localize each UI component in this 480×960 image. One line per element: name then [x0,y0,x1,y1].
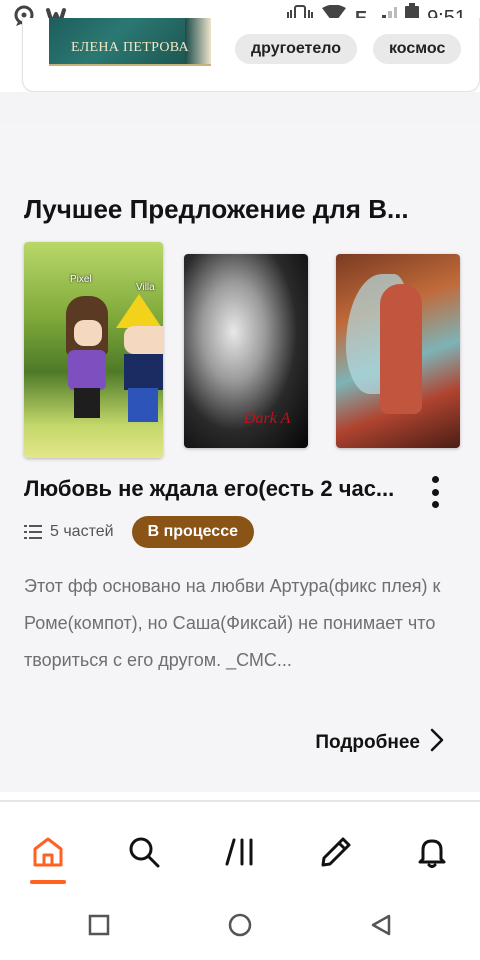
search-icon[interactable] [120,828,168,876]
cover-art-hat [116,294,162,328]
notifications-icon[interactable] [408,828,456,876]
details-label: Подробнее [315,732,420,753]
cover-art-body [124,354,163,390]
more-options-icon[interactable] [424,474,446,510]
cover-art-legs [128,388,158,422]
cover-label: Dark A [244,410,291,427]
story-meta: 5 частей В процессе [24,516,254,548]
cover-art-face [124,326,163,354]
recommendation-section: Лучшее Предложение для В... Pixel Villa … [0,124,480,792]
home-icon[interactable] [24,828,72,876]
tag-chip[interactable]: космос [373,34,462,64]
cover-art-face [74,320,102,346]
list-icon [24,525,42,539]
status-badge: В процессе [131,516,254,548]
parts-count: 5 частей [50,523,114,540]
cover-label: Villa [136,282,155,293]
recents-icon[interactable] [84,910,114,940]
back-icon[interactable] [366,910,396,940]
previous-story-card[interactable]: ЕЛЕНА ПЕТРОВА другоетело космос [22,18,480,92]
story-description: Этот фф основано на любви Артура(фикс пл… [24,576,441,670]
previous-story-cover[interactable]: ЕЛЕНА ПЕТРОВА [49,18,211,66]
home-button-icon[interactable] [225,910,255,940]
story-cover-3[interactable] [336,254,460,448]
cover-art-figure [380,284,422,414]
chevron-right-icon [430,728,444,758]
tag-chip[interactable]: другоетело [235,34,357,64]
write-icon[interactable] [312,828,360,876]
previous-cover-title: ЕЛЕНА ПЕТРОВА [71,40,189,55]
library-icon[interactable] [216,828,264,876]
story-cover-1[interactable]: Pixel Villa [24,242,163,458]
active-tab-indicator [30,880,66,884]
cover-label: Pixel [70,274,92,285]
system-navigation-bar [0,890,480,960]
cover-art-legs [74,388,100,418]
story-cover-2[interactable]: Dark A [184,254,308,448]
section-title: Лучшее Предложение для В... [24,194,409,224]
cover-art-body [68,350,106,390]
bottom-navigation [0,802,480,890]
details-button[interactable]: Подробнее [315,728,444,758]
story-title[interactable]: Любовь не ждала его(есть 2 час... [24,476,414,502]
section-gap [0,92,480,124]
